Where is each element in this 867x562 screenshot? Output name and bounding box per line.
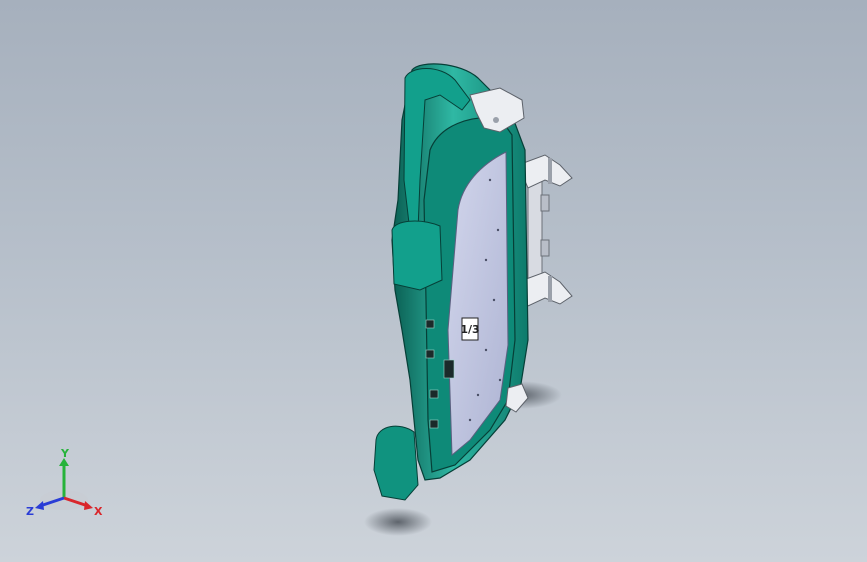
graphics-viewport[interactable]: 1/3 Y X Z [0,0,867,562]
z-axis-arrow-icon [35,501,44,510]
panel-label-text: 1/3 [460,323,479,336]
x-axis-arrow-icon [84,501,93,510]
model-shadow-hook [364,508,432,536]
strap-hook-lower [373,425,419,501]
x-axis-label: X [94,505,103,518]
z-axis-label: Z [26,505,34,518]
latch-screw [493,117,499,123]
3d-model-view[interactable]: 1/3 [0,0,867,562]
view-triad[interactable]: Y X Z [22,448,106,524]
strap-cuff-upper [391,220,443,291]
panel-label-box: 1/3 [460,317,480,341]
y-axis-label: Y [60,448,70,460]
